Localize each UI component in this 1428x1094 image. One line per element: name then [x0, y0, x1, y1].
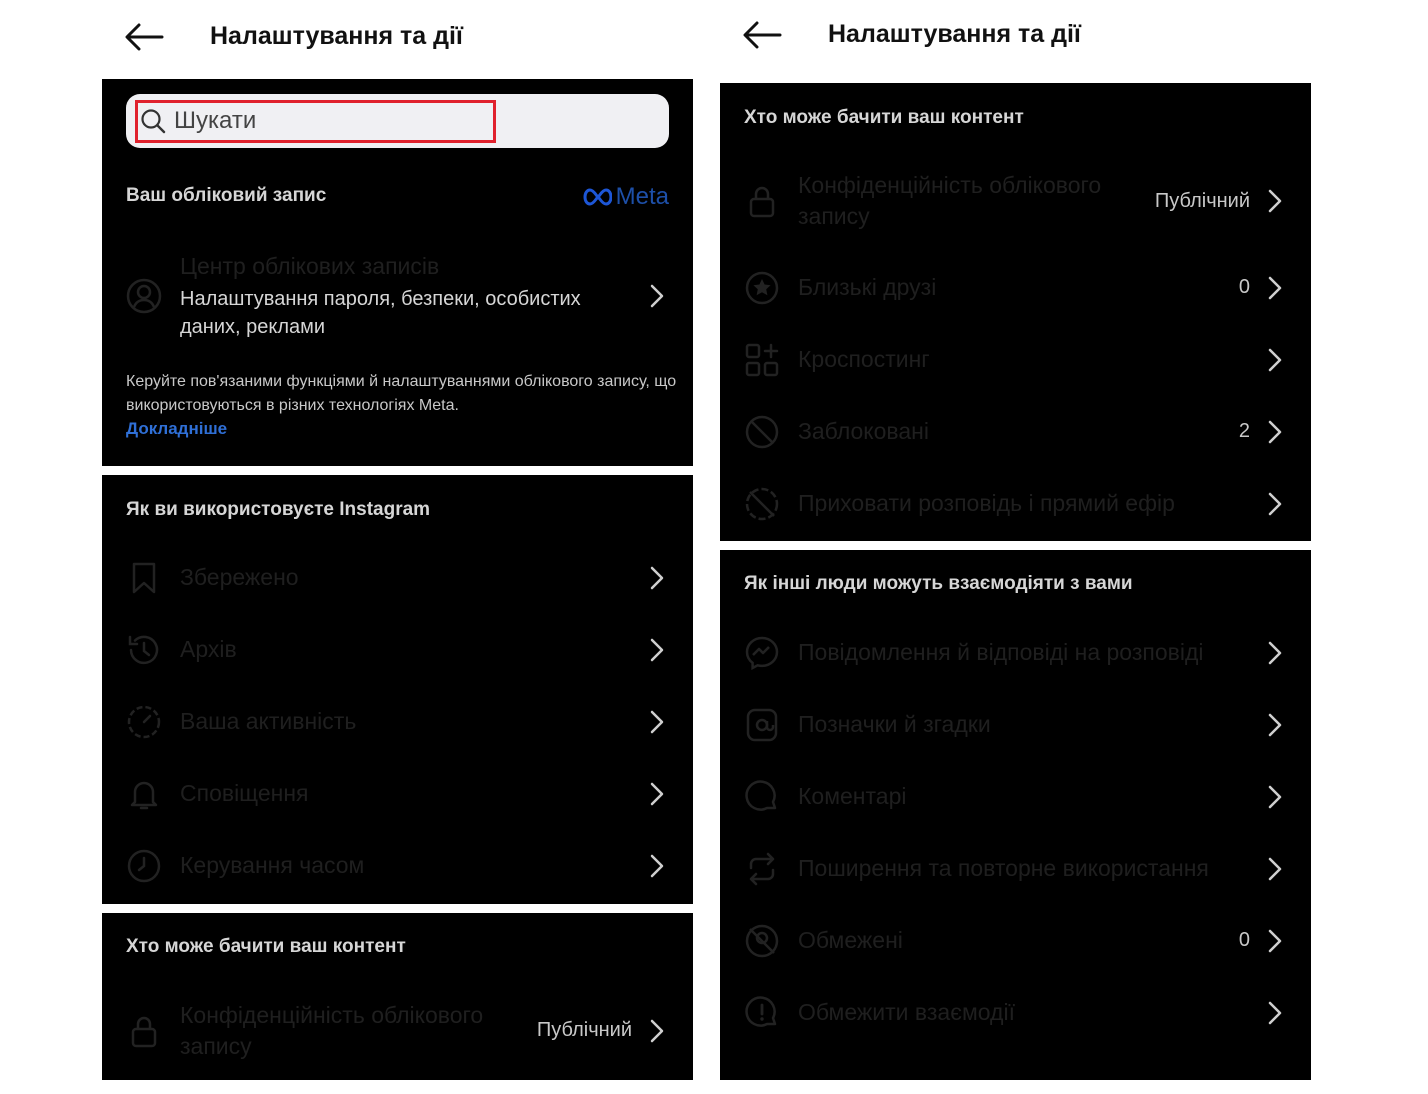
visibility-item-value: Публічний — [1154, 190, 1250, 212]
meta-logo: Meta — [582, 183, 669, 211]
chevron-right-icon — [647, 565, 667, 591]
accounts-center-title: Центр облікових записів — [180, 253, 440, 279]
chevron-right-icon — [1265, 640, 1285, 666]
interactions-item-messages[interactable]: Повідомлення й відповіді на розповіді — [720, 617, 1311, 689]
visibility-item-value: 0 — [1238, 276, 1250, 298]
visibility-section-title: Хто може бачити ваш контент — [126, 936, 406, 957]
visibility-item-label: Близькі друзі — [798, 274, 937, 300]
page-title: Налаштування та дії — [210, 22, 463, 50]
usage-item-saved[interactable]: Збережено — [102, 542, 693, 614]
visibility-item-privacy[interactable]: Конфіденційність облікового запису Публі… — [720, 165, 1311, 237]
visibility-item-label: Конфіденційність облікового запису — [798, 172, 1102, 229]
visibility-item-value: 2 — [1238, 420, 1250, 442]
meta-logo-text: Meta — [615, 183, 669, 210]
visibility-item-blocked[interactable]: Заблоковані 2 — [720, 396, 1311, 468]
chevron-right-icon — [1265, 275, 1285, 301]
limit-icon — [744, 995, 780, 1031]
usage-item-notifications[interactable]: Сповіщення — [102, 758, 693, 830]
chevron-right-icon — [647, 781, 667, 807]
chevron-right-icon — [1265, 347, 1285, 373]
chevron-right-icon — [647, 637, 667, 663]
interactions-item-label: Коментарі — [798, 783, 907, 809]
interactions-item-sharing[interactable]: Поширення та повторне використання — [720, 833, 1311, 905]
back-arrow-icon[interactable] — [742, 20, 782, 50]
chevron-right-icon — [1265, 928, 1285, 954]
history-icon — [126, 632, 162, 668]
usage-item-archive[interactable]: Архів — [102, 614, 693, 686]
chevron-right-icon — [1265, 491, 1285, 517]
block-icon — [744, 414, 780, 450]
chevron-right-icon — [647, 283, 667, 309]
usage-item-activity[interactable]: Ваша активність — [102, 686, 693, 758]
search-bar[interactable] — [126, 94, 669, 148]
interactions-item-label: Повідомлення й відповіді на розповіді — [798, 639, 1204, 665]
visibility-section-title: Хто може бачити ваш контент — [744, 107, 1024, 128]
account-section-title: Ваш обліковий запис — [126, 185, 327, 206]
interactions-item-limit[interactable]: Обмежити взаємодії — [720, 977, 1311, 1049]
usage-section-title: Як ви використовуєте Instagram — [126, 499, 431, 520]
chevron-right-icon — [647, 1018, 667, 1044]
interactions-item-value: 0 — [1238, 929, 1250, 951]
accounts-center-description: Налаштування пароля, безпеки, особистих … — [180, 288, 581, 338]
visibility-item-privacy[interactable]: Конфіденційність облікового запису Публі… — [102, 995, 693, 1067]
chevron-right-icon — [1265, 784, 1285, 810]
visibility-item-value: Публічний — [536, 1019, 632, 1041]
interactions-card: Як інші люди можуть взаємодіяти з вами П… — [720, 550, 1311, 1080]
interactions-section-title: Як інші люди можуть взаємодіяти з вами — [744, 573, 1133, 594]
messenger-icon — [744, 635, 780, 671]
at-icon — [744, 707, 780, 743]
visibility-item-crossposting[interactable]: Кроспостинг — [720, 324, 1311, 396]
search-input[interactable] — [174, 104, 484, 138]
visibility-item-label: Приховати розповідь і прямий ефір — [798, 490, 1175, 516]
activity-icon — [126, 704, 162, 740]
interactions-item-label: Поширення та повторне використання — [798, 855, 1209, 881]
clock-icon — [126, 848, 162, 884]
account-card: Ваш обліковий запис Meta Центр облікових… — [102, 79, 693, 466]
interactions-item-label: Позначки й згадки — [798, 711, 991, 737]
hide-story-icon — [744, 486, 780, 522]
restricted-icon — [744, 923, 780, 959]
visibility-item-label: Конфіденційність облікового запису — [180, 1002, 484, 1059]
visibility-item-label: Кроспостинг — [798, 346, 930, 372]
meta-infinity-icon — [583, 188, 612, 206]
visibility-card-partial: Хто може бачити ваш контент Конфіденційн… — [102, 913, 693, 1080]
interactions-item-restricted[interactable]: Обмежені 0 — [720, 905, 1311, 977]
usage-item-label: Архів — [180, 636, 237, 662]
interactions-item-label: Обмежити взаємодії — [798, 999, 1015, 1025]
chevron-right-icon — [1265, 1000, 1285, 1026]
lock-icon — [126, 1013, 162, 1049]
search-icon — [140, 108, 166, 134]
repost-icon — [744, 851, 780, 887]
usage-item-label: Сповіщення — [180, 780, 309, 806]
usage-card: Як ви використовуєте Instagram Збережено… — [102, 475, 693, 904]
chevron-right-icon — [1265, 188, 1285, 214]
comment-icon — [744, 779, 780, 815]
visibility-item-label: Заблоковані — [798, 418, 929, 444]
page-title: Налаштування та дії — [828, 20, 1081, 48]
star-icon — [744, 270, 780, 306]
chevron-right-icon — [647, 853, 667, 879]
visibility-item-hide-story[interactable]: Приховати розповідь і прямий ефір — [720, 468, 1311, 540]
usage-item-label: Ваша активність — [180, 708, 357, 734]
interactions-item-tags[interactable]: Позначки й згадки — [720, 689, 1311, 761]
visibility-item-close-friends[interactable]: Близькі друзі 0 — [720, 252, 1311, 324]
chevron-right-icon — [647, 709, 667, 735]
usage-item-time[interactable]: Керування часом — [102, 830, 693, 902]
chevron-right-icon — [1265, 419, 1285, 445]
usage-item-label: Збережено — [180, 564, 299, 590]
profile-circle-icon — [126, 278, 162, 314]
learn-more-link[interactable]: Докладніше — [126, 419, 227, 439]
accounts-center-note: Керуйте пов'язаними функціями й налаштув… — [126, 373, 677, 414]
bookmark-icon — [126, 560, 162, 596]
lock-icon — [744, 183, 780, 219]
chevron-right-icon — [1265, 712, 1285, 738]
back-arrow-icon[interactable] — [124, 22, 164, 52]
usage-item-label: Керування часом — [180, 852, 365, 878]
interactions-item-comments[interactable]: Коментарі — [720, 761, 1311, 833]
visibility-card: Хто може бачити ваш контент Конфіденційн… — [720, 83, 1311, 541]
interactions-item-label: Обмежені — [798, 927, 903, 953]
bell-icon — [126, 776, 162, 812]
chevron-right-icon — [1265, 856, 1285, 882]
crosspost-icon — [744, 342, 780, 378]
